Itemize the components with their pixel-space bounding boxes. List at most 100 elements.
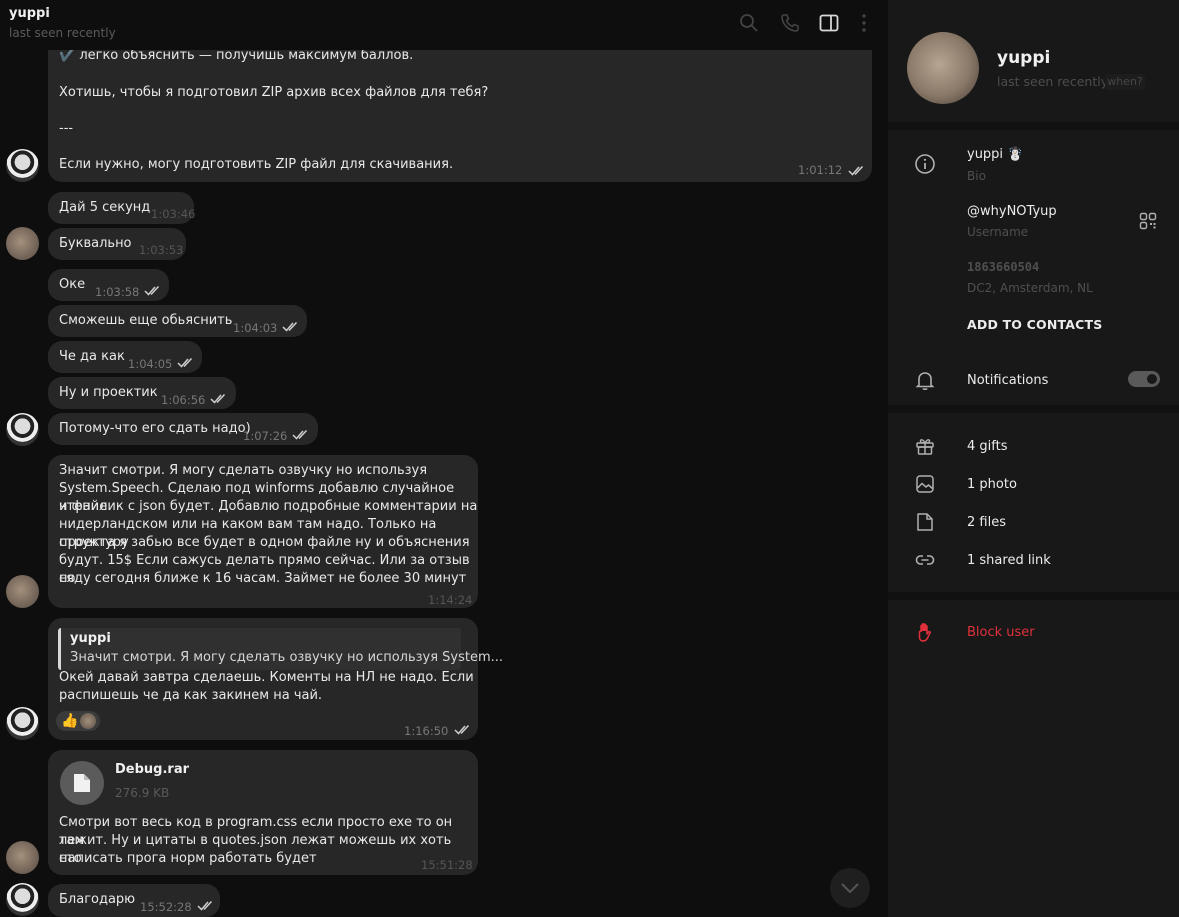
- bell-icon: [914, 369, 936, 391]
- message-text: ✔️ легко объяснить — получишь максимум б…: [59, 48, 414, 63]
- bio-text: yuppi ☃️: [967, 147, 1024, 162]
- message-text: Окей давай завтра сделаешь. Коменты на Н…: [59, 670, 474, 685]
- avatar[interactable]: [6, 841, 39, 874]
- avatar: [80, 713, 96, 729]
- more-menu-icon[interactable]: [853, 12, 875, 34]
- message-time: 15:52:28: [140, 900, 192, 914]
- chat-area: ✔️ легко объяснить — получишь максимум б…: [0, 0, 888, 917]
- read-checks-icon: [292, 428, 310, 440]
- message-bubble[interactable]: Буквально 1:03:53: [48, 228, 186, 260]
- message-bubble[interactable]: Дай 5 секунд 1:03:46: [48, 192, 196, 224]
- message-bubble[interactable]: Ну и проектик 1:06:56: [48, 377, 236, 409]
- notifications-toggle[interactable]: [1128, 371, 1160, 387]
- message-bubble[interactable]: Значит смотри. Я могу сделать озвучку но…: [48, 455, 478, 608]
- message-text: написать прога норм работать будет: [59, 851, 317, 866]
- chat-status: last seen recently: [9, 26, 116, 40]
- message-time: 15:51:28: [421, 858, 473, 872]
- read-checks-icon: [177, 356, 195, 368]
- message-text: ---: [59, 121, 74, 136]
- chat-header: yuppi last seen recently: [0, 0, 888, 50]
- scroll-down-button[interactable]: [830, 868, 870, 908]
- thumbs-up-icon: 👍: [61, 713, 79, 729]
- divider: [888, 405, 1179, 413]
- info-icon: [914, 153, 936, 175]
- message-bubble[interactable]: ✔️ легко объяснить — получишь максимум б…: [48, 40, 872, 182]
- read-checks-icon: [848, 165, 866, 180]
- message-time: 1:07:26: [243, 429, 288, 443]
- message-text: Значит смотри. Я могу сделать озвучку но…: [59, 463, 428, 478]
- datacenter-text: DC2, Amsterdam, NL: [967, 281, 1093, 295]
- avatar[interactable]: [6, 149, 39, 182]
- gifts-link[interactable]: 4 gifts: [967, 439, 1008, 454]
- message-bubble[interactable]: Оке 1:03:58: [48, 269, 169, 301]
- read-checks-icon: [144, 284, 162, 296]
- message-text: и файлик с json будет. Добавлю подробные…: [59, 499, 478, 514]
- avatar[interactable]: [6, 707, 39, 740]
- chevron-down-icon: [841, 883, 859, 894]
- sidebar-toggle-icon[interactable]: [818, 12, 840, 34]
- hand-stop-icon: [914, 621, 936, 643]
- reaction-badge[interactable]: 👍: [56, 711, 100, 731]
- message-text: Потому-что его сдать надо): [59, 421, 251, 436]
- message-text: проекта я забью все будет в одном файле …: [59, 535, 470, 550]
- shared-links-link[interactable]: 1 shared link: [967, 553, 1051, 568]
- username-text[interactable]: @whyNOTyup: [967, 204, 1057, 219]
- photo-icon: [914, 473, 936, 495]
- message-bubble[interactable]: Благодарю 15:52:28: [48, 884, 220, 917]
- avatar[interactable]: [6, 883, 39, 916]
- read-checks-icon: [197, 899, 215, 911]
- message-text: Сможешь еще обьяснить: [59, 313, 233, 328]
- photos-link[interactable]: 1 photo: [967, 477, 1017, 492]
- file-name[interactable]: Debug.rar: [115, 761, 189, 779]
- message-text: Че да как: [59, 349, 125, 364]
- profile-name: yuppi: [997, 48, 1051, 68]
- qr-code-icon[interactable]: [1139, 212, 1157, 230]
- message-bubble[interactable]: Че да как 1:04:05: [48, 341, 202, 373]
- gift-icon: [914, 435, 936, 457]
- quote-author: yuppi: [70, 631, 111, 646]
- avatar[interactable]: [6, 413, 39, 446]
- message-text: Оке: [59, 277, 86, 292]
- divider: [888, 592, 1179, 600]
- message-time: 1:03:53: [139, 243, 184, 257]
- avatar[interactable]: [6, 227, 39, 260]
- username-label: Username: [967, 225, 1029, 239]
- message-bubble[interactable]: yuppi Значит смотри. Я могу сделать озву…: [48, 618, 503, 740]
- message-time: 1:04:05: [128, 357, 173, 371]
- message-time: 1:01:12: [798, 163, 843, 177]
- message-text: Если нужно, могу подготовить ZIP файл дл…: [59, 157, 454, 172]
- message-time: 1:06:56: [161, 393, 206, 407]
- message-time: 1:16:50: [404, 724, 449, 738]
- search-icon[interactable]: [738, 12, 760, 34]
- chat-title[interactable]: yuppi: [9, 6, 50, 21]
- message-text: Благодарю: [59, 892, 136, 907]
- link-icon: [914, 549, 936, 571]
- read-checks-icon: [454, 723, 472, 735]
- quote-text: Значит смотри. Я могу сделать озвучку но…: [70, 650, 504, 665]
- message-time: 1:14:24: [428, 593, 473, 607]
- user-id[interactable]: 1863660504: [967, 260, 1039, 274]
- message-time: 1:03:46: [151, 207, 196, 221]
- message-text: Хотишь, чтобы я подготовил ZIP архив все…: [59, 85, 489, 100]
- bio-label: Bio: [967, 169, 986, 183]
- file-icon[interactable]: [60, 761, 104, 805]
- files-link[interactable]: 2 files: [967, 515, 1006, 530]
- message-time: 1:04:03: [233, 321, 278, 335]
- last-seen-when-button[interactable]: when?: [1105, 74, 1145, 90]
- message-bubble[interactable]: Сможешь еще обьяснить 1:04:03: [48, 305, 307, 337]
- avatar[interactable]: [6, 575, 39, 608]
- message-text: распишешь че да как закинем на чай.: [59, 688, 323, 703]
- message-text: Дай 5 секунд: [59, 200, 151, 215]
- message-time: 1:03:58: [95, 285, 140, 299]
- profile-avatar[interactable]: [907, 32, 979, 104]
- add-to-contacts-button[interactable]: ADD TO CONTACTS: [967, 317, 1102, 332]
- read-checks-icon: [210, 392, 228, 404]
- phone-icon[interactable]: [779, 12, 801, 34]
- message-text: сяду сегодня ближе к 16 часам. Займет не…: [59, 571, 467, 586]
- message-bubble[interactable]: Debug.rar 276.9 KB Смотри вот весь код в…: [48, 750, 478, 875]
- message-text: Ну и проектик: [59, 385, 158, 400]
- message-bubble[interactable]: Потому-что его сдать надо) 1:07:26: [48, 413, 318, 445]
- reply-quote[interactable]: yuppi Значит смотри. Я могу сделать озву…: [58, 628, 503, 670]
- message-text: Буквально: [59, 236, 132, 251]
- block-user-button[interactable]: Block user: [967, 625, 1035, 640]
